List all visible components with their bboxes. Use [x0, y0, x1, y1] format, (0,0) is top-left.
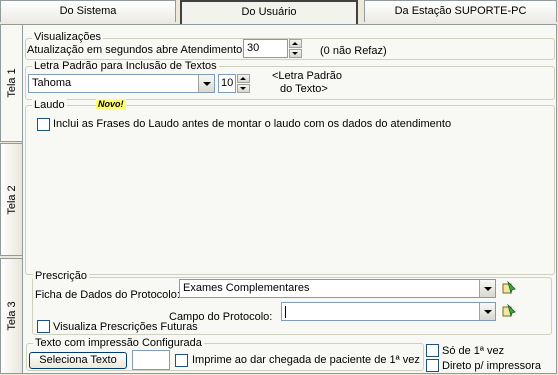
letra-hint-line2: do Texto>	[280, 83, 328, 95]
texto-input[interactable]	[132, 350, 170, 370]
spin-down-icon[interactable]	[289, 49, 302, 58]
letra-hint: <Letra Padrão do Texto>	[272, 70, 342, 96]
letra-legend: Letra Padrão para Inclusão de Textos	[32, 60, 219, 73]
direto-impressora-checkbox[interactable]	[426, 359, 439, 372]
font-select-value: Tahoma	[32, 77, 72, 89]
ficha-select[interactable]: Exames Complementares	[179, 279, 496, 298]
atualizacao-hint: (0 não Refaz)	[320, 45, 387, 57]
tab-label: Da Estação SUPORTE-PC	[394, 5, 527, 17]
atualizacao-input[interactable]: 30	[243, 39, 288, 58]
side-tab-tela-1[interactable]: Tela 1	[0, 24, 22, 142]
side-tab-tela-2[interactable]: Tela 2	[0, 143, 22, 256]
atualizacao-label: Atualização em segundos abre Atendimento…	[27, 44, 246, 56]
chevron-down-icon[interactable]	[198, 75, 214, 92]
spin-down-icon[interactable]	[237, 84, 250, 93]
spin-up-icon[interactable]	[289, 39, 302, 48]
seleciona-texto-button[interactable]: Seleciona Texto	[29, 352, 127, 369]
novo-badge: Novo!	[96, 99, 126, 109]
letra-hint-line1: <Letra Padrão	[272, 70, 343, 82]
tab-label: Do Usuário	[241, 6, 297, 18]
side-tab-label: Tela 2	[5, 184, 18, 215]
font-size-input[interactable]: 10	[218, 74, 236, 93]
prescricoes-futuras-label: Visualiza Prescrições Futuras	[53, 321, 198, 333]
font-size-spinner[interactable]	[237, 74, 250, 93]
atualizacao-spinner[interactable]	[289, 39, 302, 58]
direto-impressora-label: Direto p/ impressora	[442, 360, 542, 372]
ficha-label: Ficha de Dados do Protocolo:	[35, 289, 180, 301]
so-primeira-vez-checkbox[interactable]	[426, 344, 439, 357]
laudo-legend: Laudo	[32, 99, 67, 112]
visualizacoes-legend: Visualizações	[32, 31, 104, 44]
protocol-lookup-icon[interactable]	[502, 281, 516, 295]
ficha-select-value: Exames Complementares	[183, 282, 310, 294]
laudo-frases-label: Inclui as Frases do Laudo antes de monta…	[53, 118, 452, 130]
side-tab-label: Tela 3	[5, 301, 18, 331]
campo-select[interactable]	[281, 302, 496, 321]
tab-label: Do Sistema	[59, 5, 117, 17]
spin-up-icon[interactable]	[237, 74, 250, 83]
tab-da-estacao[interactable]: Da Estação SUPORTE-PC	[364, 0, 557, 22]
laudo-group: Laudo	[25, 99, 555, 275]
imprime-chegada-checkbox[interactable]	[175, 354, 188, 367]
tab-do-sistema[interactable]: Do Sistema	[0, 0, 176, 22]
impressao-legend: Texto com impressão Configurada	[33, 337, 204, 350]
imprime-chegada-label: Imprime ao dar chegada de paciente de 1ª…	[192, 354, 420, 366]
prescricoes-futuras-checkbox[interactable]	[37, 320, 50, 333]
main-panel: Visualizações Atualização em segundos ab…	[22, 24, 557, 374]
side-tab-tela-3[interactable]: Tela 3	[0, 258, 22, 374]
chevron-down-icon[interactable]	[479, 303, 495, 320]
chevron-down-icon[interactable]	[479, 280, 495, 297]
prescricao-legend: Prescrição	[33, 270, 89, 283]
text-cursor	[285, 306, 286, 318]
so-primeira-vez-label: Só de 1ª vez	[442, 345, 505, 357]
font-select[interactable]: Tahoma	[28, 74, 215, 93]
campo-lookup-icon[interactable]	[502, 304, 516, 318]
tab-do-usuario[interactable]: Do Usuário	[180, 0, 358, 24]
laudo-frases-checkbox[interactable]	[37, 118, 50, 131]
side-tab-label: Tela 1	[5, 68, 18, 98]
